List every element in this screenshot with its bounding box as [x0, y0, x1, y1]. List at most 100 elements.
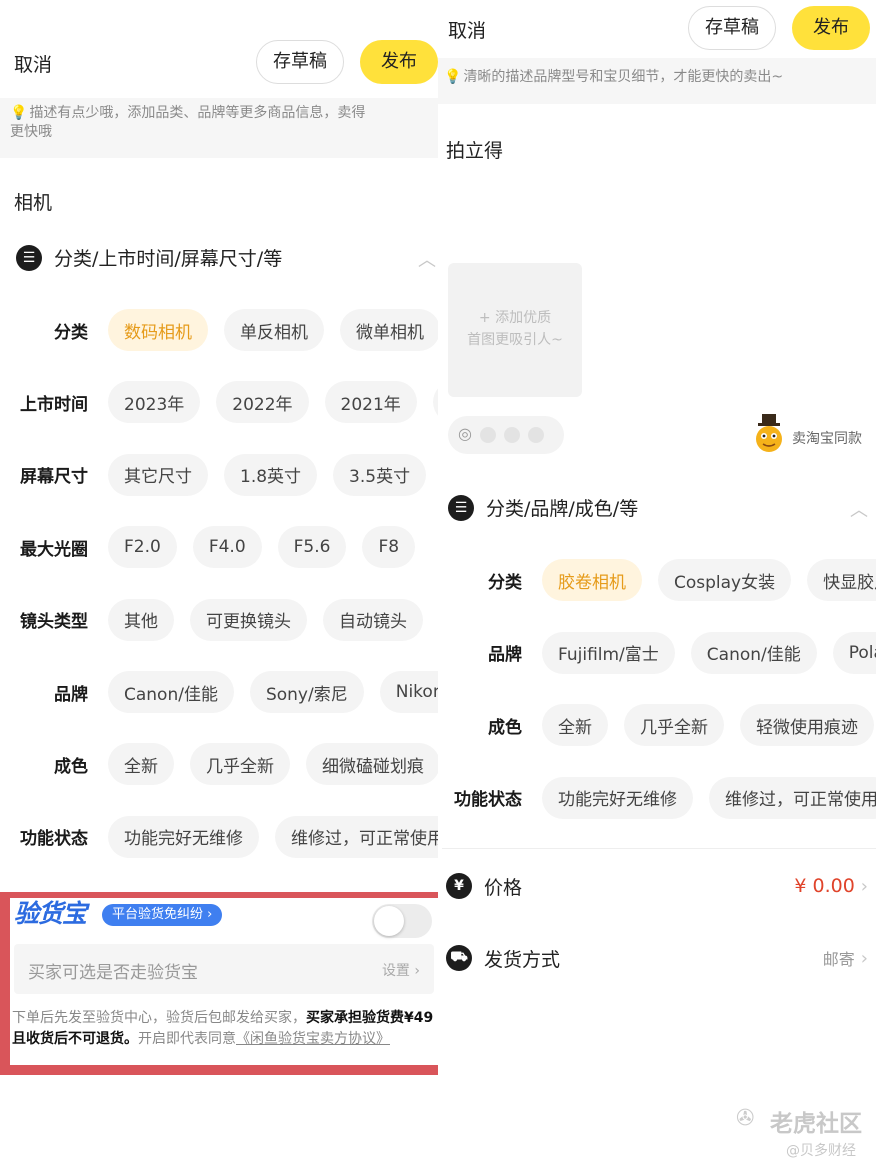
- chevron-up-icon[interactable]: ︿: [418, 246, 436, 272]
- attributes-section-header[interactable]: ☰ 分类/上市时间/屏幕尺寸/等: [16, 244, 282, 271]
- item-title[interactable]: 拍立得: [446, 136, 503, 163]
- taobao-mascot-icon[interactable]: [752, 412, 786, 454]
- left-screen: 取消 存草稿 发布 💡 描述有点少哦，添加品类、品牌等更多商品信息，卖得 更快哦 …: [0, 0, 438, 1168]
- section-title: 分类/品牌/成色/等: [486, 498, 639, 520]
- option-chip[interactable]: 3.5英寸: [333, 453, 427, 496]
- option-chip[interactable]: Canon/佳能: [690, 631, 817, 674]
- location-selector[interactable]: ◎: [448, 416, 564, 454]
- option-chip[interactable]: 轻微使用痕迹: [740, 704, 874, 746]
- option-chip[interactable]: F2.0: [108, 526, 177, 569]
- option-chip[interactable]: 1.8英寸: [224, 453, 318, 496]
- option-chip[interactable]: 其它尺寸: [108, 453, 208, 496]
- attributes-section-header[interactable]: ☰ 分类/品牌/成色/等: [448, 494, 638, 521]
- cancel-button[interactable]: 取消: [448, 16, 486, 43]
- chevron-up-icon[interactable]: ︿: [850, 496, 868, 522]
- shipping-value: 邮寄: [822, 950, 855, 969]
- option-chip[interactable]: 维修过，可正常使用: [275, 815, 438, 858]
- option-chip[interactable]: 胶卷相机: [542, 559, 642, 601]
- verify-note: 下单后先发至验货中心，验货后包邮发给买家，买家承担验货费¥49且收货后不可退货。…: [12, 1008, 436, 1050]
- list-icon: ☰: [16, 244, 42, 271]
- section-title: 分类/上市时间/屏幕尺寸/等: [54, 248, 283, 270]
- option-chip[interactable]: 数码相机: [108, 309, 208, 351]
- option-chip[interactable]: 全新: [542, 704, 608, 746]
- option-chip[interactable]: 维修过，可正常使用: [709, 776, 876, 819]
- watermark-logo-icon: ✇: [736, 1106, 755, 1131]
- yen-icon: ¥: [446, 873, 472, 899]
- lightbulb-icon: 💡: [444, 69, 462, 85]
- option-chip[interactable]: F8: [362, 526, 416, 569]
- verify-settings-link[interactable]: 设置 ›: [382, 960, 420, 980]
- option-chip[interactable]: 功能完好无维修: [542, 776, 693, 819]
- option-chip[interactable]: 单反相机: [224, 309, 324, 351]
- price-row[interactable]: ¥ 价格 ¥ 0.00 ›: [446, 866, 868, 906]
- option-chip[interactable]: Canon/佳能: [108, 671, 234, 713]
- add-photo-text-2: 首图更吸引人~: [467, 332, 563, 348]
- publish-button[interactable]: 发布: [792, 6, 870, 50]
- option-chip[interactable]: 几乎全新: [190, 743, 290, 786]
- blurred-location: [480, 427, 496, 443]
- cancel-button[interactable]: 取消: [14, 50, 52, 77]
- option-chip[interactable]: Nikon: [379, 671, 438, 713]
- sell-taobao-same-link[interactable]: 卖淘宝同款: [792, 428, 862, 448]
- attribute-name: 成色: [488, 717, 522, 738]
- attribute-name: 屏幕尺寸: [20, 467, 88, 488]
- add-photo-button[interactable]: + 添加优质 首图更吸引人~: [448, 263, 582, 397]
- attribute-row: 成色 全新 几乎全新 轻微使用痕迹: [438, 703, 876, 747]
- attribute-name: 品牌: [488, 645, 522, 665]
- save-draft-button[interactable]: 存草稿: [688, 6, 776, 50]
- attribute-name: 上市时间: [20, 394, 88, 415]
- verify-toggle[interactable]: [372, 904, 432, 938]
- hint-text-1: 描述有点少哦，添加品类、品牌等更多商品信息，卖得: [29, 105, 366, 121]
- item-title[interactable]: 相机: [14, 188, 52, 215]
- option-chip[interactable]: Polaroid: [832, 631, 876, 674]
- option-chip[interactable]: 自动镜头: [323, 598, 423, 641]
- attribute-name: 分类: [54, 322, 88, 343]
- option-chip[interactable]: 细微磕碰划痕: [306, 743, 438, 786]
- hint-banner: 💡 清晰的描述品牌型号和宝贝细节，才能更快的卖出~: [438, 58, 876, 104]
- attribute-row: 最大光圈 F2.0 F4.0 F5.6 F8: [0, 525, 431, 569]
- verify-agreement-link[interactable]: 《闲鱼验货宝卖方协议》: [236, 1031, 390, 1047]
- option-chip[interactable]: Cosplay女装: [658, 559, 792, 601]
- option-chip[interactable]: 全新: [108, 743, 174, 786]
- right-screen: 取消 存草稿 发布 💡 清晰的描述品牌型号和宝贝细节，才能更快的卖出~ 拍立得 +…: [438, 0, 876, 1168]
- left-top-bar: 取消 存草稿 发布: [0, 36, 438, 96]
- attribute-row: 分类 数码相机 单反相机 微单相机: [0, 308, 438, 352]
- shipping-row[interactable]: ⛟ 发货方式 邮寄 ›: [446, 938, 868, 978]
- right-top-bar: 取消 存草稿 发布: [438, 0, 876, 60]
- attribute-name: 镜头类型: [20, 612, 88, 633]
- chevron-right-icon: ›: [860, 947, 868, 969]
- save-draft-button[interactable]: 存草稿: [256, 40, 344, 84]
- verify-service-card: 验货宝 平台验货免纠纷 › 买家可选是否走验货宝 设置 › 下单后先发至验货中心…: [10, 898, 438, 1065]
- verify-note-text-2: 开启即代表同意: [138, 1031, 236, 1047]
- truck-icon: ⛟: [446, 945, 472, 971]
- option-chip[interactable]: 微单相机: [340, 309, 438, 351]
- option-chip[interactable]: Sony/索尼: [249, 671, 364, 713]
- hint-banner: 💡 描述有点少哦，添加品类、品牌等更多商品信息，卖得 更快哦: [0, 98, 438, 158]
- option-chip[interactable]: 可更换镜头: [190, 598, 307, 641]
- attribute-row: 成色 全新 几乎全新 细微磕碰划痕: [0, 742, 438, 786]
- option-chip[interactable]: F5.6: [277, 526, 347, 569]
- list-icon: ☰: [448, 494, 474, 521]
- attribute-row: 功能状态 功能完好无维修 维修过，可正常使用: [0, 815, 438, 859]
- verify-setting-field[interactable]: 买家可选是否走验货宝 设置 ›: [14, 944, 434, 994]
- attribute-name: 最大光圈: [20, 539, 88, 560]
- option-chip[interactable]: 2022年: [216, 381, 309, 424]
- option-chip[interactable]: 2021年: [324, 381, 417, 424]
- attribute-name: 成色: [54, 756, 88, 777]
- option-chip[interactable]: 几乎全新: [624, 704, 724, 746]
- attribute-row: 镜头类型 其他 可更换镜头 自动镜头: [0, 598, 438, 642]
- verify-badge[interactable]: 平台验货免纠纷 ›: [102, 904, 223, 926]
- option-chip[interactable]: F4.0: [192, 526, 262, 569]
- attribute-name: 功能状态: [454, 790, 522, 810]
- option-chip[interactable]: 功能完好无维修: [108, 815, 259, 858]
- hint-text-2: 更快哦: [10, 124, 52, 140]
- add-photo-text-1: + 添加优质: [478, 310, 552, 326]
- hint-text: 清晰的描述品牌型号和宝贝细节，才能更快的卖出~: [463, 69, 784, 85]
- option-chip[interactable]: 快显胶片: [807, 559, 876, 601]
- option-chip[interactable]: 2023年: [108, 381, 201, 424]
- option-chip[interactable]: 其他: [108, 598, 174, 641]
- location-pin-icon: ◎: [458, 424, 472, 443]
- option-chip[interactable]: Fujifilm/富士: [542, 631, 675, 674]
- blurred-location: [504, 427, 520, 443]
- publish-button[interactable]: 发布: [360, 40, 438, 84]
